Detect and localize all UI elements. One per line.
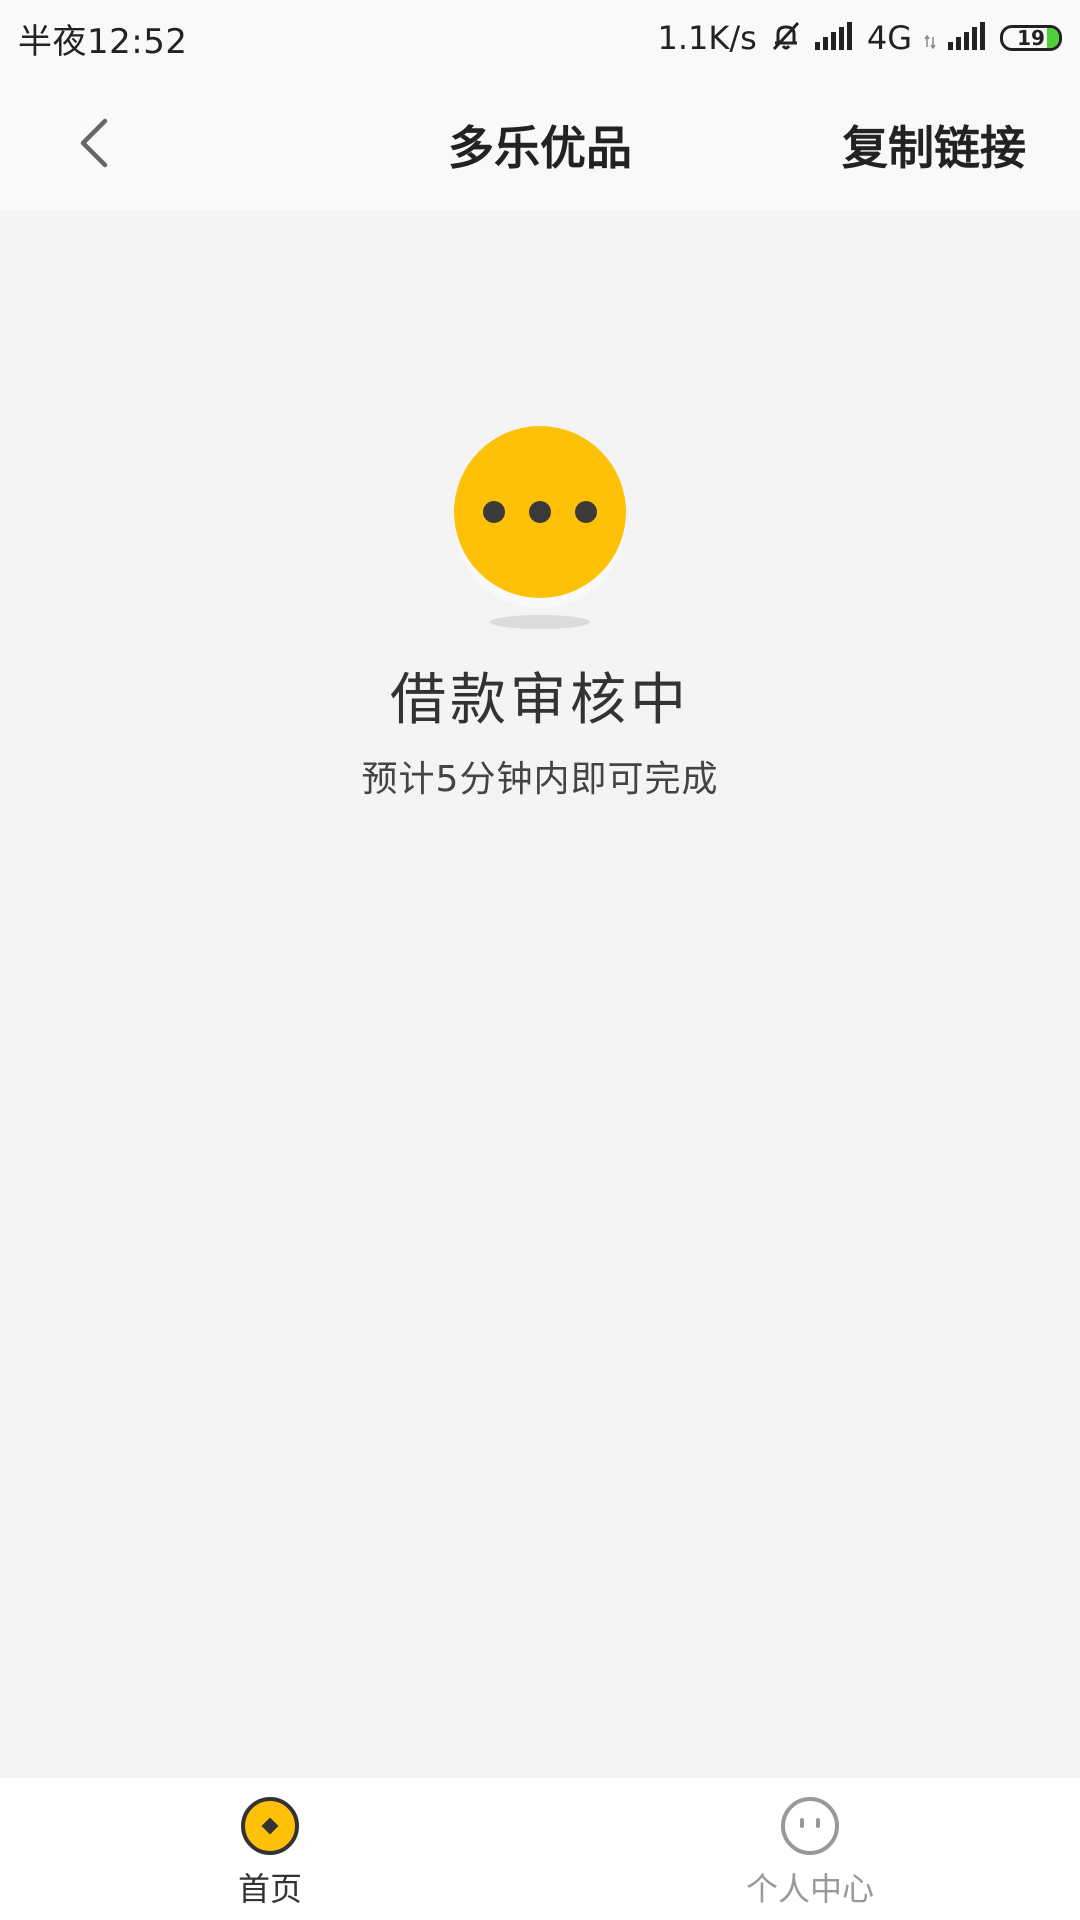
net-speed: 1.1K/s xyxy=(657,19,757,57)
copy-link-button[interactable]: 复制链接 xyxy=(842,112,1026,178)
signal-icon xyxy=(948,22,988,54)
status-indicators: 1.1K/s 4G 19 xyxy=(658,19,1062,57)
bottom-nav: 首页 个人中心 xyxy=(0,1778,1080,1920)
status-bar: 半夜12:52 1.1K/s 4G 19 xyxy=(0,0,1080,76)
nav-item-label: 个人中心 xyxy=(745,1870,874,1908)
review-status-title: 借款审核中 xyxy=(390,668,690,733)
face-profile-icon xyxy=(781,1797,839,1855)
battery-icon: 19 xyxy=(1000,25,1062,51)
review-status-subtitle: 预计5分钟内即可完成 xyxy=(361,759,719,800)
nav-item-label: 首页 xyxy=(237,1870,302,1908)
bell-muted-icon xyxy=(769,19,803,57)
data-arrows-icon xyxy=(924,23,936,53)
nav-item-home[interactable]: 首页 xyxy=(0,1778,540,1920)
status-time: 半夜12:52 xyxy=(18,21,188,62)
nav-item-profile[interactable]: 个人中心 xyxy=(540,1778,1080,1920)
battery-level-text: 19 xyxy=(1017,26,1045,50)
pending-dots-icon xyxy=(450,424,630,634)
network-type: 4G xyxy=(866,19,912,57)
signal-icon xyxy=(814,22,855,54)
app-header: 多乐优品 复制链接 xyxy=(0,76,1080,210)
battery-level-fill xyxy=(1047,28,1059,48)
coin-home-icon xyxy=(241,1797,299,1855)
